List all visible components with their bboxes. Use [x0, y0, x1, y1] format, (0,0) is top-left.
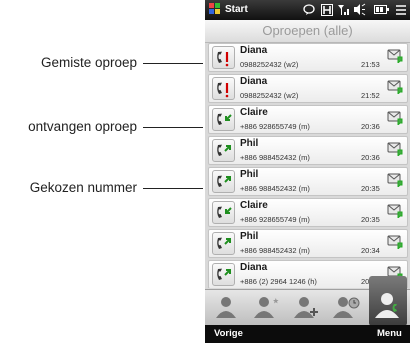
tab-add-contact[interactable] [291, 294, 325, 322]
windows-logo-icon[interactable] [209, 3, 221, 15]
received-call-icon[interactable] [212, 201, 235, 224]
softkey-bar: Vorige Menu [205, 325, 410, 343]
call-row-missed[interactable]: Diana 0988252432 (w2) 21:52 [208, 74, 408, 103]
phone-number: +886 928655749 (m) [240, 122, 310, 131]
received-call-icon[interactable] [212, 108, 235, 131]
menu-icon[interactable] [395, 4, 407, 16]
dialed-call-icon[interactable] [212, 139, 235, 162]
volume-icon[interactable] [353, 3, 366, 16]
contact-name: Diana [240, 76, 268, 87]
callout-dialed-number: Gekozen nummer [0, 180, 205, 196]
contact-name: Phil [240, 138, 259, 149]
dialed-call-icon[interactable] [212, 263, 235, 286]
callout-line [143, 188, 203, 189]
phone-number: +886 (2) 2964 1246 (h) [240, 277, 317, 286]
tab-call-history[interactable] [369, 276, 407, 326]
contact-name: Diana [240, 262, 268, 273]
softkey-back[interactable]: Vorige [214, 328, 243, 340]
tab-bar [205, 276, 410, 326]
send-message-icon[interactable] [387, 111, 404, 127]
battery-icon[interactable] [374, 5, 389, 14]
recent-calls-icon [333, 297, 360, 318]
call-row-received[interactable]: Claire +886 928655749 (m) 20:35 [208, 198, 408, 227]
contact-name: Claire [240, 200, 268, 211]
signal-icon[interactable] [337, 3, 351, 16]
phone-number: +886 928655749 (m) [240, 215, 310, 224]
softkey-menu[interactable]: Menu [377, 328, 402, 340]
phone-number: +886 988452432 (m) [240, 153, 310, 162]
call-history-icon [375, 293, 399, 318]
callout-label: Gekozen nummer [29, 180, 137, 195]
start-title[interactable]: Start [225, 3, 248, 17]
page-title: Oproepen (alle) [205, 20, 410, 43]
phone-number: 0988252432 (w2) [240, 60, 299, 69]
call-row-dialed[interactable]: Phil +886 988452432 (m) 20:34 [208, 229, 408, 258]
send-message-icon[interactable] [387, 235, 404, 251]
contact-name: Diana [240, 45, 268, 56]
contact-name: Phil [240, 169, 259, 180]
call-row-received[interactable]: Claire +886 928655749 (m) 20:36 [208, 105, 408, 134]
call-time: 20:35 [361, 184, 380, 193]
call-time: 20:35 [361, 215, 380, 224]
send-message-icon[interactable] [387, 80, 404, 96]
call-row-dialed[interactable]: Phil +886 988452432 (m) 20:36 [208, 136, 408, 165]
missed-call-icon[interactable] [212, 46, 235, 69]
callout-missed-call: Gemiste oproep [0, 55, 205, 71]
phone-number: +886 988452432 (m) [240, 184, 310, 193]
call-history-list: Diana 0988252432 (w2) 21:53 Diana 0988252432… [205, 43, 410, 288]
call-time: 21:52 [361, 91, 380, 100]
callout-line [143, 127, 203, 128]
add-contact-icon [294, 297, 318, 318]
hsdpa-icon [321, 4, 333, 16]
contact-name: Claire [240, 107, 268, 118]
call-time: 20:36 [361, 122, 380, 131]
call-row-missed[interactable]: Diana 0988252432 (w2) 21:53 [208, 43, 408, 72]
send-message-icon[interactable] [387, 49, 404, 65]
phone-number: +886 988452432 (m) [240, 246, 310, 255]
tab-contacts[interactable] [211, 294, 245, 322]
tab-favorites[interactable] [251, 294, 285, 322]
callout-label: ontvangen oproep [28, 119, 137, 134]
call-time: 20:34 [361, 246, 380, 255]
dialed-call-icon[interactable] [212, 232, 235, 255]
phone-screen: Start Oproepen (alle) Diana 0988252432 (w… [205, 0, 410, 343]
callout-received-call: ontvangen oproep [0, 119, 205, 135]
callout-line [143, 63, 203, 64]
favorite-contact-icon [254, 297, 279, 318]
phone-number: 0988252432 (w2) [240, 91, 299, 100]
call-time: 20:36 [361, 153, 380, 162]
send-message-icon[interactable] [387, 142, 404, 158]
call-row-dialed[interactable]: Phil +886 988452432 (m) 20:35 [208, 167, 408, 196]
send-message-icon[interactable] [387, 204, 404, 220]
send-message-icon[interactable] [387, 173, 404, 189]
notification-icon[interactable] [303, 4, 315, 16]
missed-call-icon[interactable] [212, 77, 235, 100]
tab-recent-calls[interactable] [331, 294, 365, 322]
contacts-icon [216, 297, 236, 318]
callout-label: Gemiste oproep [40, 55, 137, 70]
status-bar: Start [205, 0, 410, 20]
contact-name: Phil [240, 231, 259, 242]
dialed-call-icon[interactable] [212, 170, 235, 193]
call-time: 21:53 [361, 60, 380, 69]
